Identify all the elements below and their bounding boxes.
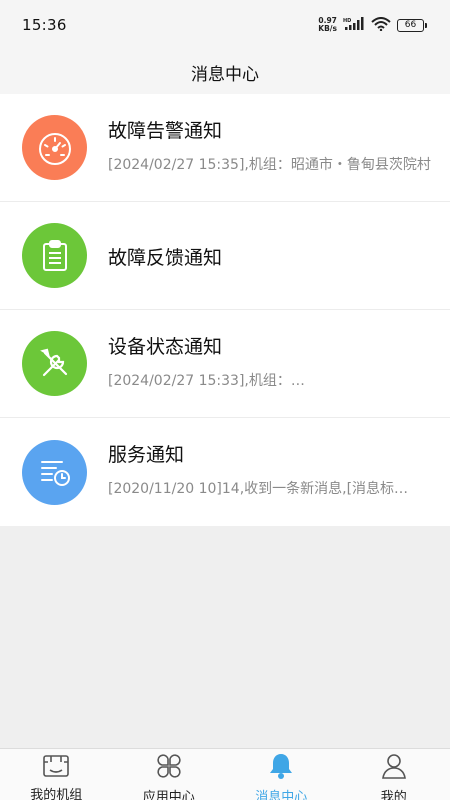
tab-label: 我的机组 xyxy=(30,788,83,800)
list-item-service[interactable]: 服务通知 [2020/11/20 10]14,收到一条新消息,[消息标… xyxy=(0,418,450,526)
apps-icon xyxy=(155,752,183,780)
battery-indicator: 66 xyxy=(397,18,427,32)
message-preview: [2020/11/20 10]14,收到一条新消息,[消息标… xyxy=(108,481,409,497)
list-item-device-status[interactable]: 设备状态通知 [2024/02/27 15:33],机组：… xyxy=(0,310,450,418)
message-title: 故障反馈通知 xyxy=(108,247,223,269)
message-title: 设备状态通知 xyxy=(108,336,223,358)
status-icons: 0.97 KB/s HD 66 xyxy=(318,16,427,35)
unit-icon xyxy=(42,752,70,778)
message-title: 故障告警通知 xyxy=(108,120,223,142)
user-icon xyxy=(380,752,408,780)
clipboard-icon xyxy=(22,223,87,288)
message-title: 服务通知 xyxy=(108,444,185,466)
tab-label: 应用中心 xyxy=(142,790,195,800)
network-speed: 0.97 KB/s xyxy=(318,17,337,33)
bell-icon xyxy=(267,752,295,780)
wifi-icon xyxy=(371,16,391,35)
status-time: 15:36 xyxy=(22,16,67,34)
list-clock-icon xyxy=(22,439,87,505)
gauge-icon xyxy=(22,115,87,180)
hd-signal-icon: HD xyxy=(343,16,365,35)
network-speed-unit: KB/s xyxy=(318,24,337,33)
bottom-tab-bar: 我的机组 应用中心 消息中心 我的 xyxy=(0,748,450,800)
tab-label: 我的 xyxy=(380,790,407,800)
status-bar: 15:36 0.97 KB/s HD 66 xyxy=(0,0,450,50)
tools-icon xyxy=(22,331,87,396)
tab-app-center[interactable]: 应用中心 xyxy=(113,749,226,800)
list-item-fault-feedback[interactable]: 故障反馈通知 xyxy=(0,202,450,310)
header: 消息中心 xyxy=(0,50,450,94)
page-title: 消息中心 xyxy=(191,64,259,85)
message-preview: [2024/02/27 15:35],机组：昭通市・鲁甸县茨院村 xyxy=(108,157,431,173)
tab-profile[interactable]: 我的 xyxy=(338,749,450,800)
message-list: 故障告警通知 [2024/02/27 15:35],机组：昭通市・鲁甸县茨院村 … xyxy=(0,94,450,526)
list-item-fault-alarm[interactable]: 故障告警通知 [2024/02/27 15:35],机组：昭通市・鲁甸县茨院村 xyxy=(0,94,450,202)
message-preview: [2024/02/27 15:33],机组：… xyxy=(108,373,305,389)
tab-my-units[interactable]: 我的机组 xyxy=(0,749,113,800)
tab-label: 消息中心 xyxy=(255,790,308,800)
tab-message-center[interactable]: 消息中心 xyxy=(225,749,338,800)
svg-text:HD: HD xyxy=(343,18,351,24)
